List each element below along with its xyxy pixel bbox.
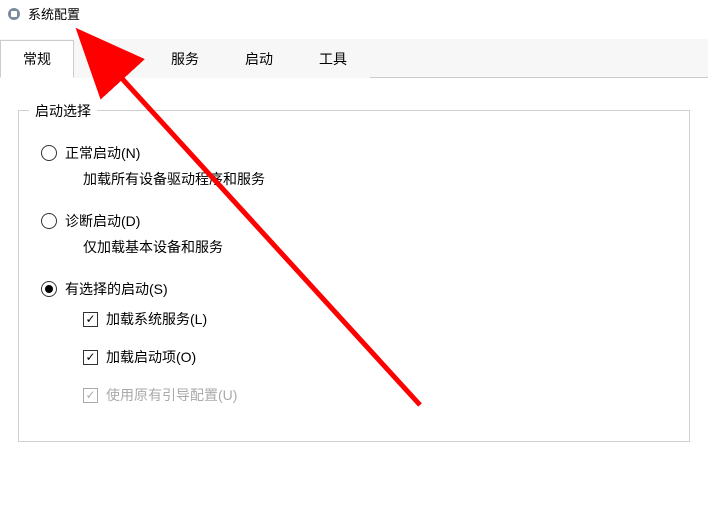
tab-boot[interactable]: 引导	[74, 40, 148, 78]
check-label: 使用原有引导配置(U)	[106, 385, 237, 405]
radio-icon	[41, 145, 57, 161]
radio-icon	[41, 213, 57, 229]
window-title: 系统配置	[28, 4, 80, 23]
tab-general[interactable]: 常规	[0, 40, 74, 78]
app-icon	[6, 6, 22, 22]
radio-diagnostic-desc: 仅加载基本设备和服务	[83, 237, 671, 257]
group-title: 启动选择	[29, 101, 97, 121]
content-area: 启动选择 正常启动(N) 加载所有设备驱动程序和服务 诊断启动(D) 仅加载基本…	[0, 78, 708, 460]
check-load-startup-items[interactable]: 加载启动项(O)	[83, 347, 671, 367]
radio-selective-startup[interactable]: 有选择的启动(S)	[41, 279, 671, 299]
titlebar: 系统配置	[0, 0, 708, 27]
startup-selection-group: 启动选择 正常启动(N) 加载所有设备驱动程序和服务 诊断启动(D) 仅加载基本…	[18, 110, 690, 442]
tab-bar: 常规 引导 服务 启动 工具	[0, 39, 708, 78]
radio-diagnostic-startup[interactable]: 诊断启动(D)	[41, 211, 671, 231]
radio-normal-startup[interactable]: 正常启动(N)	[41, 143, 671, 163]
check-label: 加载启动项(O)	[106, 347, 196, 367]
checkbox-icon	[83, 350, 98, 365]
check-load-system-services[interactable]: 加载系统服务(L)	[83, 309, 671, 329]
radio-label: 诊断启动(D)	[65, 211, 140, 231]
radio-label: 正常启动(N)	[65, 143, 140, 163]
tab-tools[interactable]: 工具	[296, 40, 370, 78]
tab-services[interactable]: 服务	[148, 40, 222, 78]
tab-startup[interactable]: 启动	[222, 40, 296, 78]
check-label: 加载系统服务(L)	[106, 309, 207, 329]
radio-label: 有选择的启动(S)	[65, 279, 168, 299]
radio-icon	[41, 281, 57, 297]
check-use-original-boot-config: 使用原有引导配置(U)	[83, 385, 671, 405]
checkbox-icon	[83, 388, 98, 403]
radio-normal-desc: 加载所有设备驱动程序和服务	[83, 169, 671, 189]
checkbox-icon	[83, 312, 98, 327]
